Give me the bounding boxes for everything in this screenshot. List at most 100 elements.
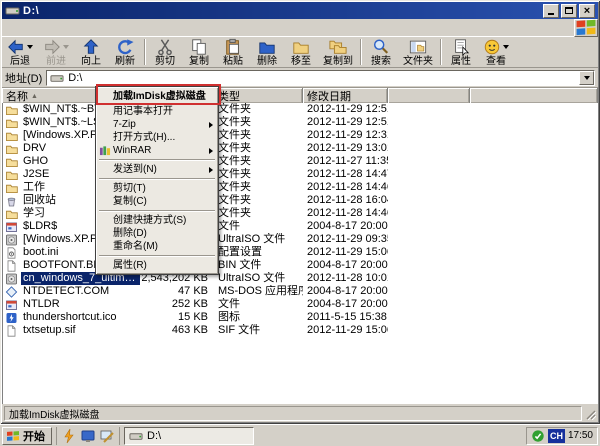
file-row[interactable]: J2SE文件夹2012-11-28 14:47 (2, 168, 598, 181)
menu-item-delete[interactable]: 删除(D) (97, 227, 217, 240)
folder-icon (292, 38, 310, 56)
file-row[interactable]: txtsetup.sif463 KBSIF 文件2012-11-29 15:06 (2, 324, 598, 337)
file-name: 回收站 (21, 194, 58, 207)
folders-panel-icon (409, 38, 427, 56)
close-button[interactable]: × (579, 4, 595, 18)
language-indicator[interactable]: CH (548, 429, 565, 443)
file-row[interactable]: [Windows.XP.Profess...文件夹2012-11-29 12:3… (2, 129, 598, 142)
file-rows: $WIN_NT$.~BT文件夹2012-11-29 12:51$WIN_NT$.… (2, 103, 598, 404)
file-row[interactable]: DRV文件夹2012-11-29 13:01 (2, 142, 598, 155)
green-status-icon[interactable] (531, 429, 545, 443)
file-type-cell: 文件夹 (214, 142, 303, 155)
dropdown-arrow-icon[interactable] (27, 45, 33, 49)
file-size-cell: 15 KB (140, 311, 214, 324)
file-row[interactable]: thundershortcut.ico15 KB图标2011-5-15 15:3… (2, 311, 598, 324)
column-header-修改日期[interactable]: 修改日期 (303, 88, 388, 103)
file-name: 学习 (21, 207, 47, 220)
file-date-cell: 2012-11-29 12:51 (303, 103, 388, 116)
search-button[interactable]: 搜索 (364, 37, 398, 67)
folders-button[interactable]: 文件夹 (398, 37, 438, 67)
taskbar-clock[interactable]: 17:50 (568, 430, 593, 441)
column-headers: 名称▲ 类型修改日期 (2, 88, 598, 103)
file-row[interactable]: $LDR$文件2004-8-17 20:00 (2, 220, 598, 233)
file-type-cell: 文件夹 (214, 103, 303, 116)
column-header-blank-4[interactable] (388, 88, 470, 103)
display-icon[interactable] (80, 428, 96, 444)
file-list: 名称▲ 类型修改日期 $WIN_NT$.~BT文件夹2012-11-29 12:5… (2, 88, 598, 404)
menu-item-open-with-notepad[interactable]: 用记事本打开 (97, 105, 217, 118)
submenu-arrow-icon (209, 122, 213, 128)
file-row[interactable]: 学习文件夹2012-11-28 14:46 (2, 207, 598, 220)
move-to-label: 移至 (291, 56, 311, 67)
file-row[interactable]: [Windows.XP.ProfessUltraISO 文件2012-11-29… (2, 233, 598, 246)
file-row[interactable]: 回收站文件夹2012-11-28 16:04 (2, 194, 598, 207)
file-type-cell: 配置设置 (214, 246, 303, 259)
file-row[interactable]: cn_windows_7_ultimate_x86_...2,543,202 K… (2, 272, 598, 285)
views-smiley-icon (483, 38, 509, 56)
cut-button[interactable]: 剪切 (148, 37, 182, 67)
file-row[interactable]: NTDETECT.COM47 KBMS-DOS 应用程序2004-8-17 20… (2, 285, 598, 298)
back-button[interactable]: 后退 (2, 37, 38, 67)
file-row[interactable]: $WIN_NT$.~BT文件夹2012-11-29 12:51 (2, 103, 598, 116)
file-date-cell: 2012-11-29 09:35 (303, 233, 388, 246)
menu-item-label: 打开方式(H)... (113, 132, 175, 143)
menu-item-copy[interactable]: 复制(C) (97, 195, 217, 208)
file-row[interactable]: GHO文件夹2012-11-27 11:35 (2, 155, 598, 168)
menu-item-create-shortcut[interactable]: 创建快捷方式(S) (97, 214, 217, 227)
task-button-label: D:\ (147, 430, 161, 442)
context-menu-separator (99, 210, 215, 212)
context-menu: 加载ImDisk虚拟磁盘用记事本打开7-Zip打开方式(H)...WinRAR发… (95, 86, 219, 275)
menu-item-properties[interactable]: 属性(R) (97, 259, 217, 272)
toolbar-separator (360, 39, 362, 65)
file-size-cell: 463 KB (140, 324, 214, 337)
submenu-arrow-icon (209, 167, 213, 173)
start-button[interactable]: 开始 (2, 427, 52, 445)
file-name-cell: NTLDR (2, 298, 140, 311)
thunder-launch-icon[interactable] (61, 428, 77, 444)
windows-logo-icon (574, 19, 598, 37)
taskbar-task-button[interactable]: D:\ (124, 427, 254, 445)
menu-item-rename[interactable]: 重命名(M) (97, 240, 217, 253)
properties-button[interactable]: 属性 (444, 37, 478, 67)
dropdown-arrow-icon[interactable] (63, 45, 69, 49)
views-button[interactable]: 查看 (478, 37, 514, 67)
address-dropdown-button[interactable] (579, 71, 594, 85)
refresh-button[interactable]: 刷新 (108, 37, 142, 67)
file-row[interactable]: BOOTFONT.BINBIN 文件2004-8-17 20:00 (2, 259, 598, 272)
resize-grip[interactable] (584, 408, 596, 420)
menu-item-winrar[interactable]: WinRAR (97, 144, 217, 157)
file-date-cell: 2012-11-29 15:06 (303, 246, 388, 259)
menu-item-open-with[interactable]: 打开方式(H)... (97, 131, 217, 144)
file-type-cell: 文件夹 (214, 194, 303, 207)
file-row[interactable]: NTLDR252 KB文件2004-8-17 20:00 (2, 298, 598, 311)
column-header-label: 名称 (6, 88, 28, 103)
move-to-button[interactable]: 移至 (284, 37, 318, 67)
maximize-button[interactable] (561, 4, 577, 18)
file-type-cell: SIF 文件 (214, 324, 303, 337)
copy-to-button[interactable]: 复制到 (318, 37, 358, 67)
file-row[interactable]: 工作文件夹2012-11-28 14:46 (2, 181, 598, 194)
menu-item-cut[interactable]: 剪切(T) (97, 182, 217, 195)
file-date-cell: 2012-11-29 12:31 (303, 129, 388, 142)
dropdown-arrow-icon[interactable] (503, 45, 509, 49)
up-button[interactable]: 向上 (74, 37, 108, 67)
forward-button[interactable]: 前进 (38, 37, 74, 67)
paste-label: 粘贴 (223, 56, 243, 67)
delete-button[interactable]: 删除 (250, 37, 284, 67)
column-header-类型[interactable]: 类型 (214, 88, 303, 103)
file-row[interactable]: boot.ini配置设置2012-11-29 15:06 (2, 246, 598, 259)
minimize-button[interactable] (543, 4, 559, 18)
copy-button[interactable]: 复制 (182, 37, 216, 67)
show-desktop-icon[interactable] (99, 428, 115, 444)
paste-button[interactable]: 粘贴 (216, 37, 250, 67)
delete-label: 删除 (257, 56, 277, 67)
thunder-file-icon (5, 312, 18, 324)
menu-item-send-to[interactable]: 发送到(N) (97, 163, 217, 176)
title-bar[interactable]: D:\ × (2, 2, 598, 19)
sort-ascending-icon: ▲ (31, 93, 38, 100)
menu-item-7zip[interactable]: 7-Zip (97, 118, 217, 131)
file-name: J2SE (21, 168, 51, 181)
file-date-cell: 2004-8-17 20:00 (303, 220, 388, 233)
copy-pages-icon (190, 38, 208, 56)
file-row[interactable]: $WIN_NT$.~LS文件夹2012-11-29 12:51 (2, 116, 598, 129)
